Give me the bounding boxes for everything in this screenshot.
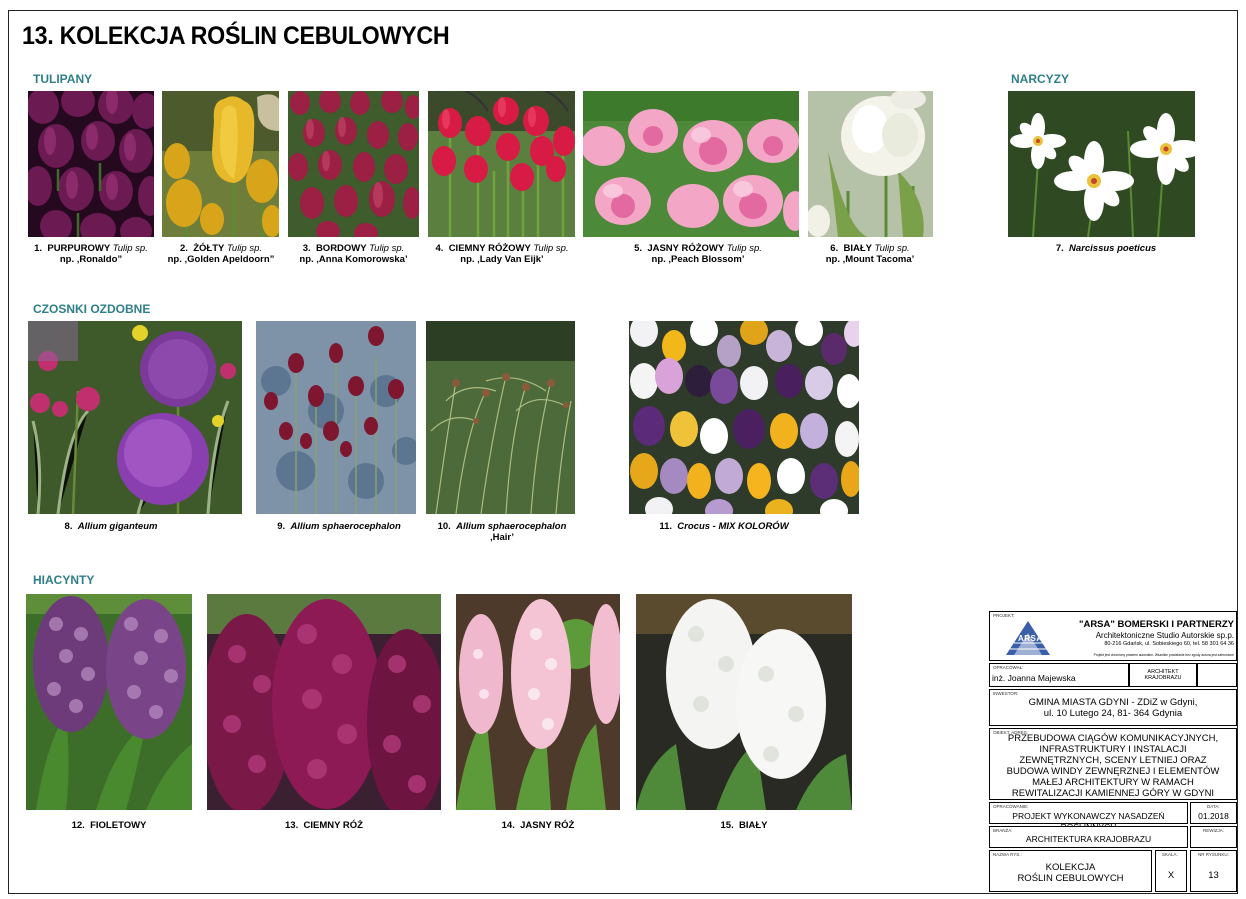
tb-branza: BRANŻA: ARCHITEKTURA KRAJOBRAZU — [989, 826, 1188, 848]
photo-narcissus — [1008, 91, 1195, 237]
photo-hyacinth-dark-pink — [207, 594, 441, 810]
photo-allium-sphaerocephalon — [256, 321, 416, 514]
photo-purple-tulip — [28, 91, 154, 237]
photo-white-tulip — [808, 91, 933, 237]
tb-rewizja: REWIZJA: — [1190, 826, 1237, 848]
caption-12: 12. FIOLETOWY — [71, 820, 147, 831]
section-hiacynty: HIACYNTY — [33, 573, 95, 587]
section-czosnki: CZOSNKI OZDOBNE — [33, 302, 151, 316]
caption-4: 4. CIEMNY RÓŻOWY Tulip sp. np. ‚Lady Van … — [435, 243, 569, 265]
caption-1: 1. PURPUROWY Tulip sp. np. ‚Ronaldo” — [34, 243, 148, 265]
caption-3: 3. BORDOWY Tulip sp. np. ‚Anna Komorowska… — [299, 243, 408, 265]
tb-skala: SKALA: X — [1155, 850, 1187, 892]
caption-13: 13. CIEMNY RÓŻ — [285, 820, 363, 831]
tb-inwestor: INWESTOR: GMINA MIASTA GDYNI - ZDiZ w Gd… — [989, 689, 1237, 726]
photo-yellow-tulip — [162, 91, 279, 237]
page-title: 13. KOLEKCJA ROŚLIN CEBULOWYCH — [22, 22, 450, 50]
photo-dark-pink-tulip — [428, 91, 575, 237]
tb-projekt: PROJEKT: ARSA "ARSA" BOMERSKI I PARTNERZ… — [989, 611, 1237, 661]
photo-hyacinth-light-pink — [456, 594, 620, 810]
caption-15: 15. BIAŁY — [720, 820, 768, 831]
caption-8: 8. Allium giganteum — [64, 521, 158, 532]
tb-nr-rysunku: NR RYSUNKU: 13 — [1190, 850, 1237, 892]
photo-burgundy-tulip — [288, 91, 419, 237]
photo-hyacinth-violet — [26, 594, 192, 810]
tb-opracowal: OPRACOWAŁ: inż. Joanna Majewska — [989, 663, 1129, 687]
caption-2: 2. ŻÓŁTY Tulip sp. np. ‚Golden Apeldoorn” — [167, 243, 275, 265]
section-narcyzy: NARCYZY — [1011, 72, 1070, 86]
caption-14: 14. JASNY RÓŻ — [501, 820, 575, 831]
tb-opracowanie: OPRACOWANIE: PROJEKT WYKONAWCZY NASADZEŃ… — [989, 802, 1188, 832]
caption-6: 6. BIAŁY Tulip sp. np. ‚Mount Tacoma’ — [825, 243, 915, 265]
tb-nazwa: NAZWA RYS.: KOLEKCJA ROŚLIN CEBULOWYCH — [989, 850, 1152, 892]
caption-10: 10. Allium sphaerocephalon ‚Hair’ — [437, 521, 567, 543]
section-tulipany: TULIPANY — [33, 72, 93, 86]
tb-data: DATA: 01.2018 — [1190, 802, 1237, 824]
caption-11: 11. Crocus - MIX KOLORÓW — [659, 521, 789, 532]
photo-hyacinth-white — [636, 594, 852, 810]
caption-9: 9. Allium sphaerocephalon — [277, 521, 401, 532]
photo-allium-hair — [426, 321, 575, 514]
photo-light-pink-tulip — [583, 91, 799, 237]
caption-7: 7. Narcissus poeticus — [1055, 243, 1157, 254]
tb-signature — [1197, 663, 1237, 687]
photo-allium-giganteum — [28, 321, 242, 514]
tb-obiekt: OBIEKT, ADRES: PRZEBUDOWA CIĄGÓW KOMUNIK… — [989, 728, 1237, 800]
tb-architekt: ARCHITEKT KRAJOBRAZU — [1129, 663, 1197, 687]
photo-crocus-mix — [629, 321, 859, 514]
caption-5: 5. JASNY RÓŻOWY Tulip sp. np. ‚Peach Blos… — [634, 243, 762, 265]
